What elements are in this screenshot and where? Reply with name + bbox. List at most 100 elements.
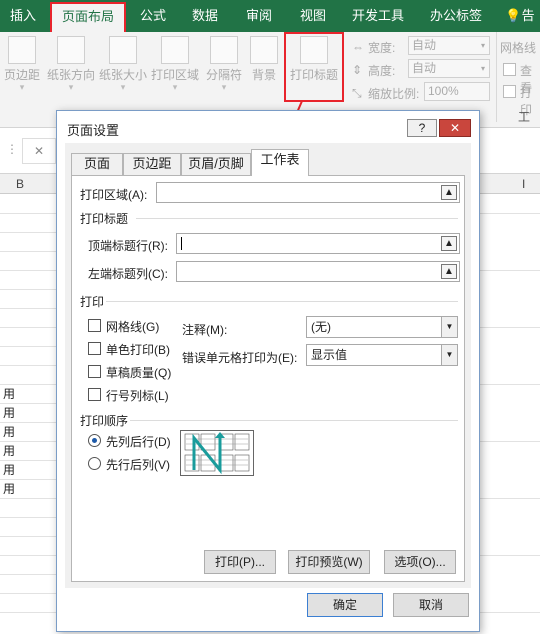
tab-review[interactable]: 审阅 — [236, 0, 282, 32]
collapse-icon[interactable]: ▲ — [441, 264, 457, 279]
row-line — [480, 498, 540, 499]
errors-select[interactable]: 显示值 ▼ — [306, 344, 458, 366]
column-header-b[interactable]: B — [16, 177, 24, 191]
row-line — [0, 213, 56, 214]
row-line — [480, 213, 540, 214]
print-preview-button[interactable]: 打印预览(W) — [288, 550, 370, 574]
options-button[interactable]: 选项(O)... — [384, 550, 456, 574]
cell-text[interactable]: 用 — [3, 461, 15, 478]
collapse-icon[interactable]: ▲ — [441, 185, 457, 200]
comments-select[interactable]: (无) ▼ — [306, 316, 458, 338]
height-label: 高度: — [368, 64, 396, 78]
print-area-button[interactable]: 打印区域 ▾ — [150, 36, 200, 92]
view-gridlines-checkbox[interactable] — [503, 63, 516, 76]
row-line — [480, 327, 540, 328]
margins-button[interactable]: 页边距 ▾ — [0, 36, 44, 92]
column-header-i[interactable]: I — [522, 177, 525, 191]
cell-text[interactable]: 用 — [3, 423, 15, 440]
cancel-icon[interactable]: ✕ — [22, 138, 56, 164]
headings-label: 行号列标(L) — [106, 389, 169, 403]
tab-formulas[interactable]: 公式 — [130, 0, 176, 32]
chevron-down-icon: ▾ — [120, 82, 126, 92]
cols-repeat-label: 左端标题列(C): — [88, 267, 168, 281]
breaks-icon — [210, 36, 238, 64]
separator — [106, 301, 458, 302]
rows-repeat-input[interactable]: ▲ — [176, 233, 460, 254]
over-then-down-label: 先行后列(V) — [106, 458, 170, 472]
row-line — [480, 384, 540, 385]
tab-margins[interactable]: 页边距 — [123, 153, 181, 175]
row-line — [0, 327, 56, 328]
size-button[interactable]: 纸张大小 ▾ — [98, 36, 148, 92]
row-line — [0, 498, 56, 499]
scale-label: 缩放比例: — [368, 87, 420, 101]
orientation-button[interactable]: 纸张方向 ▾ — [46, 36, 96, 92]
tab-view[interactable]: 视图 — [290, 0, 336, 32]
tab-insert[interactable]: 插入 — [0, 0, 46, 32]
tab-tell-me[interactable]: 💡告诉 — [500, 0, 540, 55]
print-button[interactable]: 打印(P)... — [204, 550, 276, 574]
scale-spinner[interactable]: 100% — [424, 82, 490, 101]
row-line — [0, 593, 56, 594]
ok-button[interactable]: 确定 — [307, 593, 383, 617]
row-line — [0, 612, 56, 613]
comments-label: 注释(M): — [182, 323, 228, 337]
draft-checkbox[interactable] — [88, 365, 101, 378]
height-select[interactable]: 自动 ▾ — [408, 59, 490, 78]
tab-office-tab[interactable]: 办公标签 — [420, 0, 492, 32]
print-titles-section-label: 打印标题 — [80, 212, 129, 226]
tab-data[interactable]: 数据 — [182, 0, 228, 32]
tab-page-layout[interactable]: 页面布局 — [50, 2, 126, 32]
ribbon-tab-bar: 插入 页面布局 公式 数据 审阅 视图 开发工具 办公标签 💡告诉 — [0, 0, 540, 55]
width-select[interactable]: 自动 ▾ — [408, 36, 490, 55]
close-button[interactable]: ✕ — [439, 119, 471, 137]
background-button[interactable]: 背景 — [244, 36, 284, 82]
tab-developer[interactable]: 开发工具 — [342, 0, 414, 32]
draft-label: 草稿质量(Q) — [106, 366, 172, 380]
row-line — [480, 555, 540, 556]
errors-label: 错误单元格打印为(E): — [182, 351, 298, 365]
bw-checkbox[interactable] — [88, 342, 101, 355]
cell-text[interactable]: 用 — [3, 385, 15, 402]
tab-header-footer[interactable]: 页眉/页脚 — [181, 153, 251, 175]
chevron-down-icon: ▾ — [172, 82, 178, 92]
page-setup-dialog: 页面设置 ? ✕ 页面 页边距 页眉/页脚 工作表 打印区域(A): ▲ 打印标… — [56, 110, 480, 632]
tab-sheet[interactable]: 工作表 — [251, 149, 309, 176]
dialog-title: 页面设置 — [67, 123, 120, 138]
width-icon: ⇔ — [352, 40, 364, 54]
chevron-down-icon: ▼ — [441, 345, 457, 365]
down-then-over-radio[interactable] — [88, 434, 101, 447]
gridlines-checkbox[interactable] — [88, 319, 101, 332]
chevron-down-icon: ▾ — [221, 82, 227, 92]
print-area-input[interactable]: ▲ — [156, 182, 460, 203]
row-line — [0, 536, 56, 537]
row-line — [0, 517, 56, 518]
print-gridlines-checkbox[interactable] — [503, 85, 516, 98]
collapse-icon[interactable]: ▲ — [441, 236, 457, 251]
chevron-down-icon: ▾ — [68, 82, 74, 92]
cancel-button[interactable]: 取消 — [393, 593, 469, 617]
orientation-icon — [57, 36, 85, 64]
cell-text[interactable]: 用 — [3, 480, 15, 497]
row-line — [0, 232, 56, 233]
cols-repeat-input[interactable]: ▲ — [176, 261, 460, 282]
dialog-title-bar: 页面设置 ? ✕ — [57, 111, 479, 143]
over-then-down-radio[interactable] — [88, 457, 101, 470]
headings-checkbox[interactable] — [88, 388, 101, 401]
row-line — [480, 612, 540, 613]
help-button[interactable]: ? — [407, 119, 437, 137]
text-cursor — [181, 237, 182, 250]
tab-page[interactable]: 页面 — [71, 153, 123, 175]
sheet-tab-panel: 打印区域(A): ▲ 打印标题 顶端标题行(R): ▲ 左端标题列(C): ▲ … — [71, 175, 465, 582]
row-line — [0, 251, 56, 252]
row-line — [0, 346, 56, 347]
chevron-down-icon: ▾ — [480, 64, 485, 73]
separator — [136, 218, 458, 219]
cell-text[interactable]: 用 — [3, 404, 15, 421]
row-line — [0, 270, 56, 271]
scale-icon: ⤡ — [352, 86, 362, 100]
cell-text[interactable]: 用 — [3, 442, 15, 459]
breaks-button[interactable]: 分隔符 ▾ — [202, 36, 246, 92]
group-divider — [496, 32, 497, 122]
separator — [130, 420, 458, 421]
